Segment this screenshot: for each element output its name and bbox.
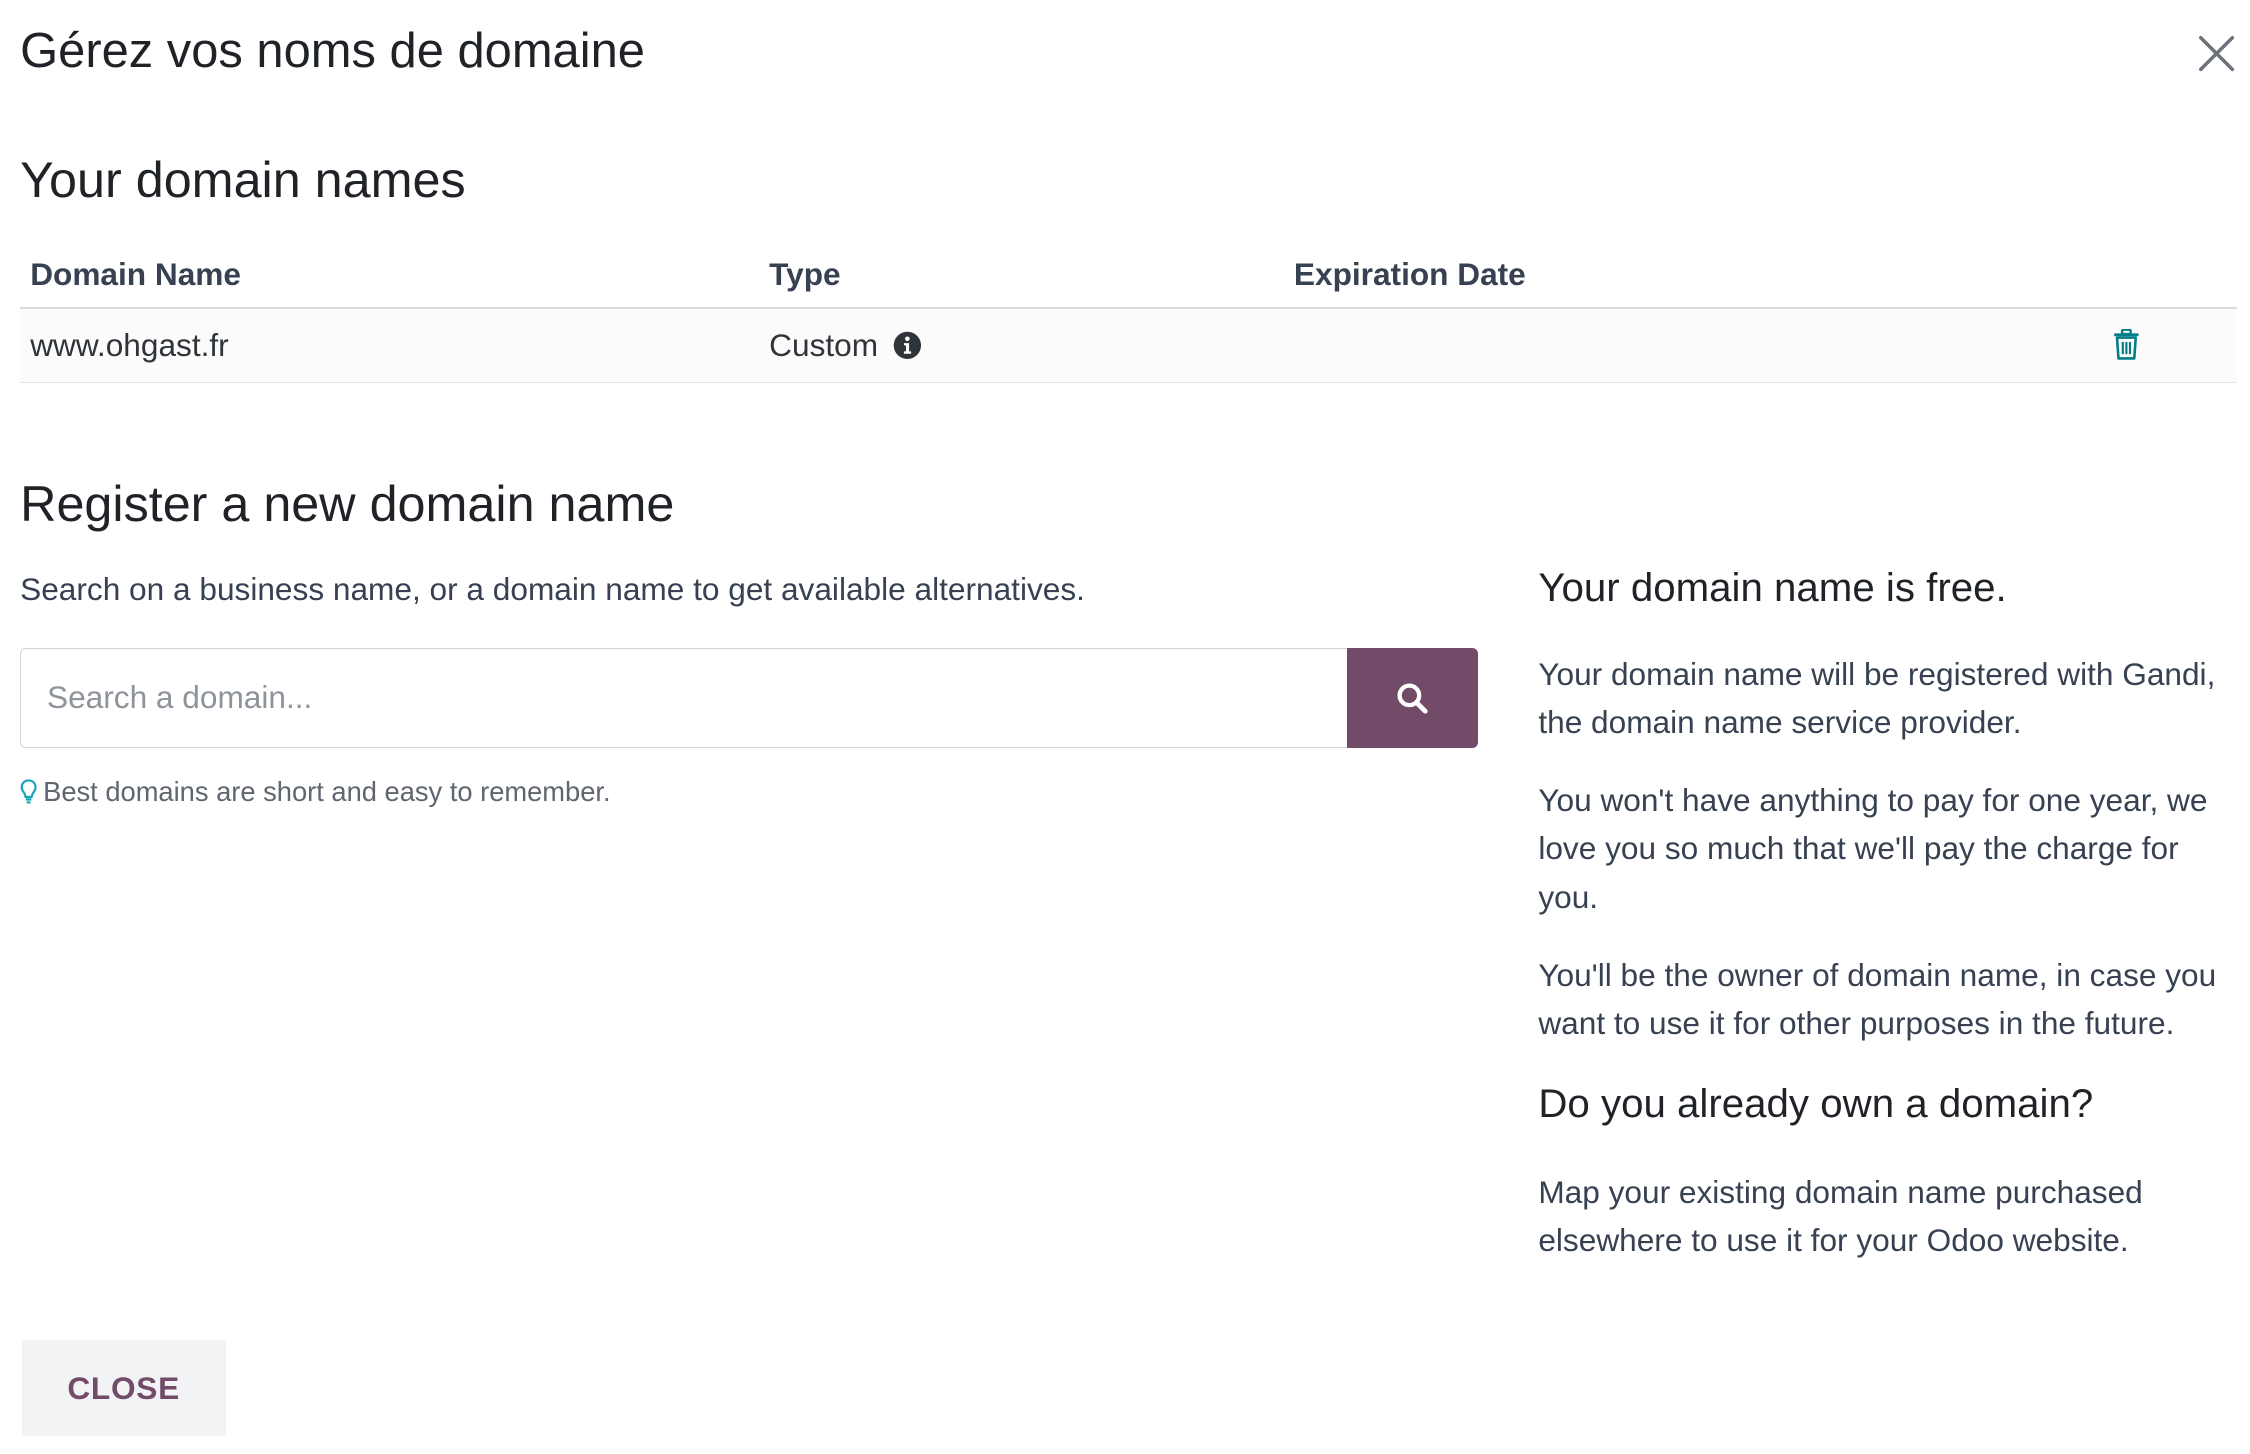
info-ownership-text: You'll be the owner of domain name, in c… <box>1538 956 2217 1042</box>
info-circle-icon[interactable] <box>893 331 922 360</box>
search-icon <box>1397 683 1428 714</box>
domain-name-cell: www.ohgast.fr <box>20 308 760 384</box>
column-expiration-date: Expiration Date <box>1283 247 2045 310</box>
trash-icon[interactable] <box>2112 329 2141 361</box>
table-header-row: Domain Name Type Expiration Date <box>20 247 2238 310</box>
column-domain-name: Domain Name <box>20 247 760 310</box>
register-domain-title: Register a new domain name <box>20 475 675 533</box>
domain-search-group <box>20 648 1478 748</box>
domain-dialog: Gérez vos noms de domaine Your domain na… <box>0 0 2250 1452</box>
table-row: www.ohgast.fr Custom <box>20 308 2238 384</box>
modal-title: Gérez vos noms de domaine <box>20 24 645 79</box>
info-map-domain-text: Map your existing domain name purchased … <box>1538 1174 2143 1259</box>
own-domain-title: Do you already own a domain? <box>1538 1081 2094 1127</box>
info-registration-text: Your domain name will be registered with… <box>1538 655 2216 740</box>
column-actions <box>2044 247 2238 310</box>
type-cell: Custom <box>759 308 1284 384</box>
type-label: Custom <box>769 326 879 363</box>
modal-header: Gérez vos noms de domaine <box>20 20 2238 83</box>
close-button[interactable]: CLOSE <box>21 1339 226 1437</box>
domain-search-input[interactable] <box>20 648 1348 748</box>
expiration-cell <box>1283 308 2045 384</box>
lightbulb-icon <box>20 779 37 804</box>
column-type: Type <box>759 247 1284 310</box>
domains-table: Domain Name Type Expiration Date www.ohg… <box>20 247 2238 384</box>
search-hint: Search on a business name, or a domain n… <box>20 570 1085 607</box>
register-search-section: Search on a business name, or a domain n… <box>20 568 1478 808</box>
free-domain-title: Your domain name is free. <box>1538 564 2007 610</box>
your-domains-title: Your domain names <box>20 150 466 208</box>
domain-tip: Best domains are short and easy to remem… <box>20 776 1478 808</box>
info-payment-text: You won't have anything to pay for one y… <box>1538 782 2208 915</box>
search-button[interactable] <box>1347 648 1478 748</box>
domain-info-panel: Your domain name is free. Your domain na… <box>1538 561 2242 1295</box>
actions-cell <box>2044 308 2238 384</box>
close-icon[interactable] <box>2195 32 2238 75</box>
tip-text: Best domains are short and easy to remem… <box>43 776 611 808</box>
